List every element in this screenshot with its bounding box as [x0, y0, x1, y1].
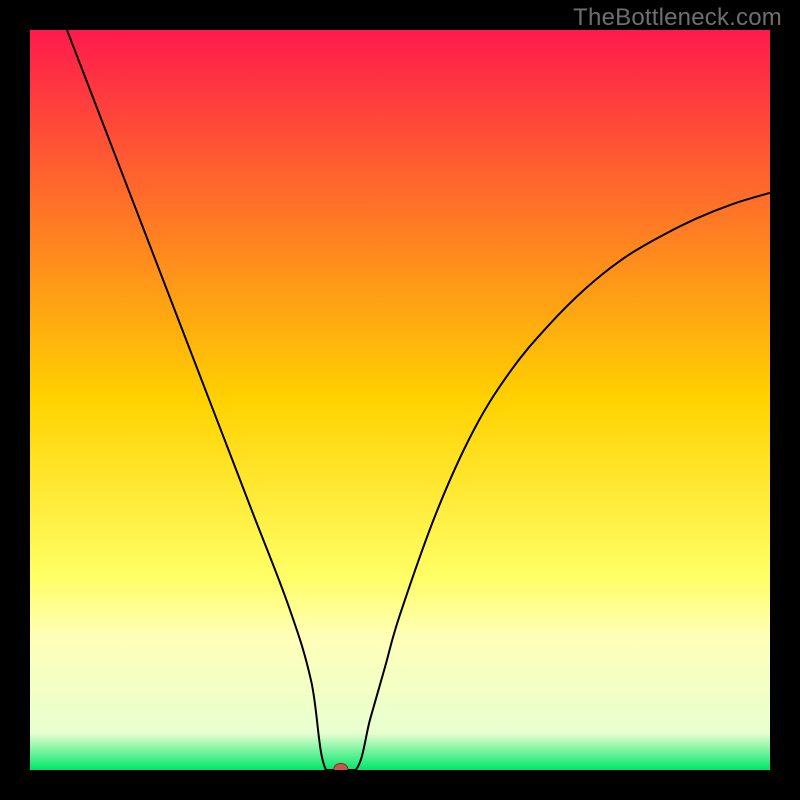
chart-svg: [30, 30, 770, 770]
watermark-text: TheBottleneck.com: [573, 4, 782, 32]
chart-frame: TheBottleneck.com: [0, 0, 800, 800]
chart-background: [30, 30, 770, 770]
optimal-point-marker: [334, 763, 348, 770]
plot-area: [30, 30, 770, 770]
